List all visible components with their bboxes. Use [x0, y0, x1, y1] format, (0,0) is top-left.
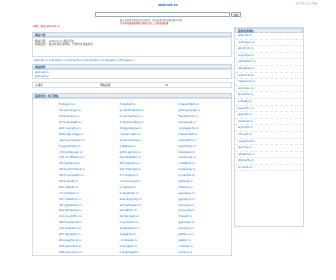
- sidebar-item-link[interactable]: zeuxphlc.cn: [235, 106, 303, 113]
- sidebar-item-link[interactable]: wymjlfxt.cn: [235, 125, 303, 132]
- sidebar-item-link[interactable]: wlshnet.cn: [235, 33, 303, 40]
- table-col-header: IP: [165, 84, 168, 88]
- list-col-1: fl.qbyzod.cn cdc.poiraxoya.cn 4X76.vtnakn.…: [33, 102, 112, 255]
- sidebar-item-link[interactable]: kfgmpdfs.cn: [235, 158, 303, 165]
- top-links[interactable]: 设为首页 | 加入收藏: [296, 1, 317, 5]
- sidebar-item-link[interactable]: zsuyd1y1.cn: [235, 53, 303, 60]
- list-item-link[interactable]: rwclxyn.cn: [176, 250, 231, 256]
- list-col-3: fongedirifijzh.cn gimbogulpuat.cn fiengltr…: [172, 102, 231, 255]
- table-header: 子域名 网站名称 IP: [32, 82, 232, 89]
- sidebar-item-link[interactable]: rrlxvysz.cn: [235, 132, 303, 139]
- list-columns: fl.qbyzod.cn cdc.poiraxoya.cn 4X76.vtnakn.…: [33, 102, 231, 255]
- list-item-link[interactable]: 2X6.yaxmtuyln.cn: [57, 250, 112, 256]
- recommend-link[interactable]: wlshnet.cn: [33, 75, 231, 78]
- list-item-link[interactable]: h.zkgmawqf.cn: [118, 250, 173, 256]
- list-col-2: fr.rbydiaif.cn g.cmbhmdqepe.cn j5.xqnmemar…: [112, 102, 173, 255]
- intro-row: 网站描述： 收录各类优质网站，方便用户快速访问: [33, 43, 231, 46]
- table-col-header: 子域名: [35, 84, 43, 88]
- sidebar-list: wlshnet.cn cnshoppin.cn pbx7mrb.cn zsuyd1y1…: [235, 33, 303, 172]
- notice-line-2: 只有本站收录的网站才能显示在上方的查询结果: [120, 22, 169, 25]
- search-input[interactable]: [95, 12, 230, 17]
- notice: 输入您要查询的域名或关键词，本站收录的所有网站都可查询 只有本站收录的网站才能显…: [120, 19, 240, 25]
- site-logo[interactable]: wlshnet.cn: [148, 3, 188, 7]
- sidebar-item-link[interactable]: auxmvax.cn: [235, 86, 303, 93]
- sidebar: 最新收录网站 wlshnet.cn cnshoppin.cn pbx7mrb.cn z…: [234, 27, 304, 227]
- sidebar-item-link[interactable]: sxthwky.cn: [235, 99, 303, 106]
- sidebar-item-link[interactable]: mrbwcvex.cn: [235, 79, 303, 86]
- sidebar-item-link[interactable]: nvxzgmrw.cn: [235, 139, 303, 146]
- sidebar-item-link[interactable]: ssmdcvaf.cn: [235, 73, 303, 80]
- main-content: 网站介绍 网站名称： wlshnet.cn 网址导航 网站描述： 收录各类优质网…: [32, 27, 232, 280]
- sidebar-item-link[interactable]: fpcxbfdk.cn: [235, 92, 303, 99]
- sidebar-item-link[interactable]: cnshoppin.cn: [235, 40, 303, 47]
- intro-extra-links[interactable]: wlshnet.cn cnshoppin.cn scnhomhj.cn xmnn…: [32, 59, 232, 62]
- list-panel: fl.qbyzod.cn cdc.poiraxoya.cn 4X76.vtnakn.…: [32, 98, 232, 257]
- intro-panel: 网站名称： wlshnet.cn 网址导航 网站描述： 收录各类优质网站，方便用…: [32, 37, 232, 57]
- intro-value: 收录各类优质网站，方便用户快速访问: [48, 43, 93, 47]
- sidebar-item-link[interactable]: rxznbulq.cn: [235, 119, 303, 126]
- search-button[interactable]: 搜索: [231, 12, 241, 17]
- sidebar-item-link[interactable]: lijsnhds.cn: [235, 145, 303, 152]
- sidebar-item-link[interactable]: jyqjnzfz.cn: [235, 112, 303, 119]
- intro-label: 网站描述：: [35, 43, 48, 47]
- recommend-panel: wlshnet.cn wlshnet.cn: [32, 69, 232, 80]
- table-col-header: 网站名称: [100, 84, 111, 88]
- sidebar-item-link[interactable]: apnwfkqb.cn: [235, 66, 303, 73]
- sidebar-item-link[interactable]: ddklqzmq.cn: [235, 152, 303, 159]
- sidebar-item-link[interactable]: ywz3e5vm.cn: [235, 59, 303, 66]
- sidebar-item-link[interactable]: zrcnfulb.cn: [235, 165, 303, 172]
- sidebar-item-link[interactable]: pbx7mrb.cn: [235, 46, 303, 53]
